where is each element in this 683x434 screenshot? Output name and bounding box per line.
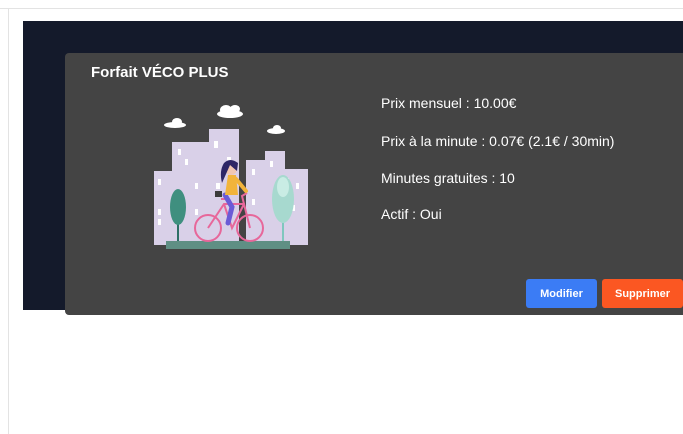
active-status: Actif : Oui [381,206,442,222]
subscription-card: Forfait VÉCO PLUS Prix mensuel: 10.00€ … [65,53,683,315]
free-minutes: Minutes gratuites : 10 [381,170,515,186]
monthly-price: Prix mensuel : 10.00€ [381,95,517,111]
edit-button[interactable]: Modifier [526,279,597,308]
card-title: Forfait VÉCO PLUS [91,64,229,81]
frame-top-border [0,8,683,9]
price-per-minute: Prix à la minute : 0.07€ (2.1€ / 30min) [381,133,615,149]
delete-button[interactable]: Supprimer [602,279,683,308]
frame-left-border [8,8,9,434]
bike-rider-illustration [154,105,308,249]
subscription-panel: Forfait VÉCO PLUS Prix mensuel: 10.00€ … [23,21,683,315]
